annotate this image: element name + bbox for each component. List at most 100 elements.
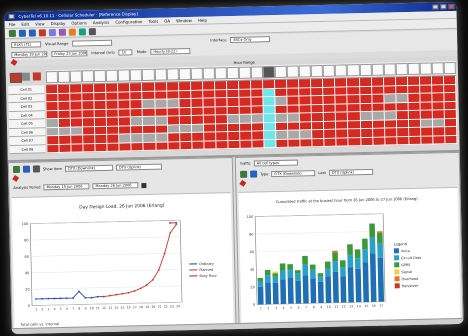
grid-column-header-cell[interactable] (118, 69, 131, 82)
grid-cell[interactable] (300, 121, 313, 131)
grid-cell[interactable] (323, 87, 336, 96)
grid-cell[interactable] (312, 138, 325, 148)
left-period-to[interactable]: Monday 26 Jun 2006 (92, 182, 139, 190)
grid-column-header-cell[interactable] (166, 68, 179, 81)
grid-cell[interactable] (444, 101, 457, 111)
grid-cell[interactable] (432, 118, 446, 128)
grid-row-label[interactable]: Cell 08 (9, 144, 46, 155)
grid-cell[interactable] (227, 89, 240, 99)
grid-cell[interactable] (155, 133, 168, 143)
grid-column-header-cell[interactable] (298, 65, 312, 78)
grid-column-header-cell[interactable] (69, 70, 83, 83)
grid-cell[interactable] (263, 80, 276, 89)
grid-cell[interactable] (276, 130, 289, 140)
grid-cell[interactable] (83, 143, 96, 153)
grid-cell[interactable] (372, 128, 385, 138)
grid-cell[interactable] (130, 83, 143, 92)
grid-cell[interactable] (227, 97, 240, 107)
grid-cell[interactable] (420, 101, 433, 111)
grid-column-header-cell[interactable] (431, 62, 444, 75)
maximize-icon[interactable] (440, 4, 447, 10)
grid-cell[interactable] (287, 104, 300, 114)
grid-cell[interactable] (58, 118, 72, 128)
forward-icon[interactable] (28, 29, 36, 37)
grid-cell[interactable] (214, 81, 228, 90)
grid-cell[interactable] (360, 111, 373, 121)
chart-icon[interactable] (68, 28, 76, 36)
grid-cell[interactable] (215, 89, 228, 99)
grid-cell[interactable] (251, 114, 265, 124)
grid-cell[interactable] (396, 111, 409, 120)
grid-cell[interactable] (360, 120, 373, 130)
right-pencil-icon[interactable] (239, 179, 247, 187)
grid-cell[interactable] (336, 129, 349, 139)
grid-cell[interactable] (106, 92, 119, 101)
grid-cell[interactable] (419, 84, 433, 94)
grid-cell[interactable] (239, 97, 252, 107)
menu-item-oa[interactable]: OA (164, 18, 170, 23)
grid-cell[interactable] (216, 132, 229, 141)
grid-cell[interactable] (252, 131, 265, 141)
grid-column-header-cell[interactable] (371, 63, 384, 76)
grid-cell[interactable] (288, 138, 301, 148)
grid-cell[interactable] (372, 103, 385, 112)
grid-cell[interactable] (397, 136, 410, 146)
grid-cell[interactable] (287, 79, 300, 89)
grid-cell[interactable] (119, 125, 132, 135)
grid-cell[interactable] (335, 103, 349, 113)
grid-cell[interactable] (167, 107, 180, 117)
grid-cell[interactable] (71, 135, 84, 145)
grid-cell[interactable] (228, 140, 241, 150)
grid-cell[interactable] (142, 91, 155, 101)
grid-cell[interactable] (82, 109, 96, 119)
grid-cell[interactable] (335, 86, 348, 96)
grid-cell[interactable] (371, 77, 384, 87)
display-select[interactable]: BSCs-Only (230, 36, 271, 44)
app-menu-icon[interactable] (8, 13, 15, 20)
grid-cell[interactable] (142, 99, 156, 109)
grid-mark-icon[interactable] (32, 72, 41, 81)
grid-cell[interactable] (335, 95, 349, 105)
grid-cell[interactable] (239, 89, 252, 98)
grid-column-header-cell[interactable] (45, 70, 59, 84)
grid-cell[interactable] (312, 129, 325, 139)
grid-cell[interactable] (155, 124, 168, 134)
grid-column-header-cell[interactable] (226, 66, 239, 80)
grid-cell[interactable] (384, 119, 397, 129)
grid-cell[interactable] (264, 139, 277, 149)
grid-cell[interactable] (432, 84, 445, 94)
grid-cell[interactable] (396, 128, 410, 137)
grid-cell[interactable] (251, 122, 265, 132)
menu-item-display[interactable]: Display (51, 21, 66, 26)
grid-cell[interactable] (239, 106, 252, 115)
grid-cell[interactable] (107, 117, 120, 127)
left-filter-icon[interactable] (32, 165, 41, 173)
interval-field[interactable]: 1h (118, 49, 133, 56)
grid-column-header-cell[interactable] (443, 61, 456, 75)
export-icon[interactable] (78, 28, 86, 36)
grid-cell[interactable] (324, 129, 337, 139)
grid-cell[interactable] (275, 105, 288, 115)
range-select[interactable] (72, 39, 113, 47)
grid-cell[interactable] (203, 132, 217, 142)
right-back-icon[interactable] (250, 170, 258, 178)
grid-column-header-cell[interactable] (178, 67, 191, 81)
grid-cell[interactable] (383, 85, 397, 95)
date-from-field[interactable]: Monday 19 Jun 2006 (11, 51, 48, 59)
grid-cell[interactable] (299, 87, 312, 97)
grid-cell[interactable] (348, 103, 361, 113)
grid-cell[interactable] (408, 127, 422, 137)
grid-cell[interactable] (143, 116, 156, 126)
grid-cell[interactable] (154, 91, 167, 100)
grid-cell[interactable] (119, 117, 132, 127)
menu-item-analysis[interactable]: Analysis (93, 20, 110, 25)
grid-cell[interactable] (408, 119, 421, 129)
grid-cell[interactable] (155, 116, 168, 126)
grid-cell[interactable] (323, 78, 336, 88)
left-series-select[interactable]: DTX (Downlink) (64, 164, 114, 172)
grid-cell[interactable] (167, 124, 180, 134)
grid-column-header-cell[interactable] (202, 67, 215, 80)
grid-cell[interactable] (190, 81, 203, 91)
grid-cell[interactable] (94, 83, 107, 93)
grid-cell[interactable] (47, 135, 60, 145)
